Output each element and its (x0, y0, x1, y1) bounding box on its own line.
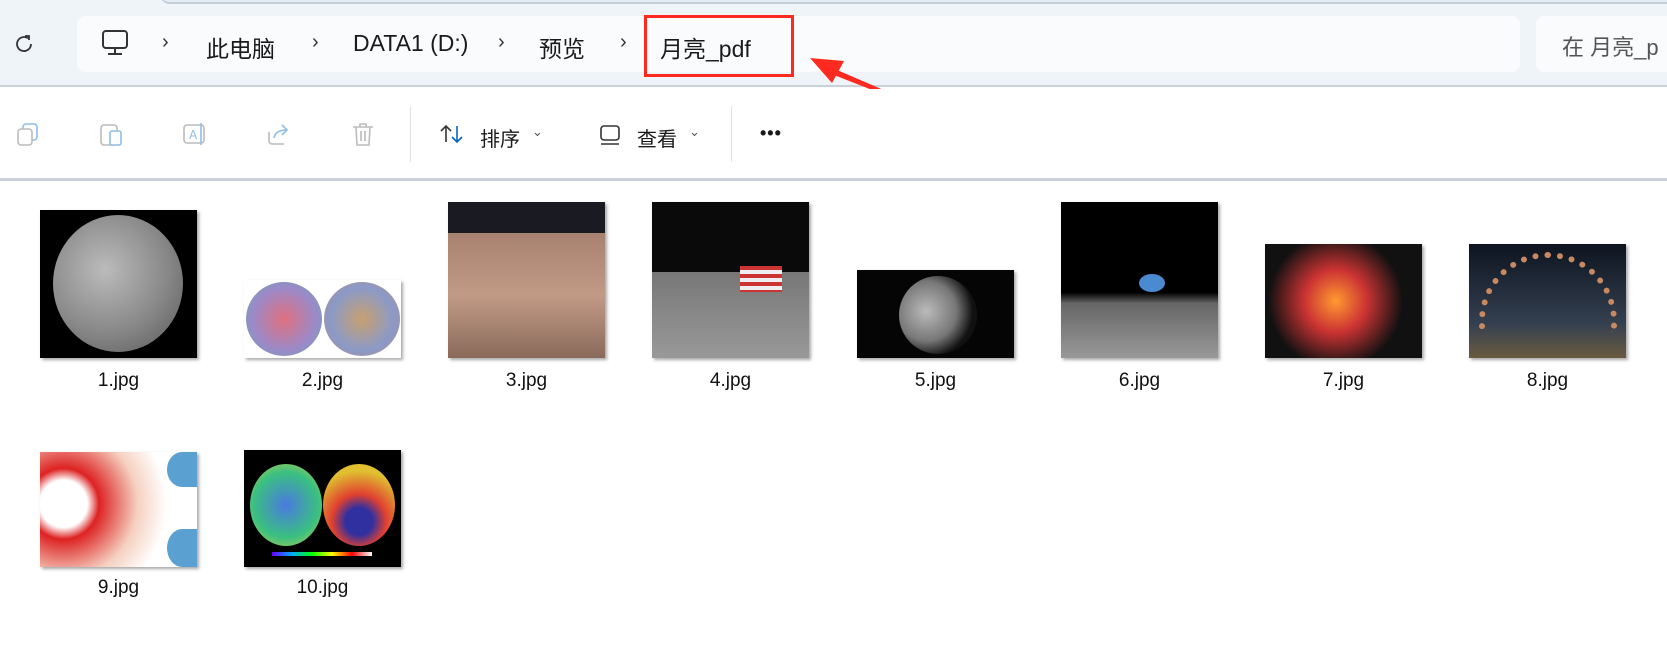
file-name[interactable]: 3.jpg (448, 370, 605, 392)
chevron-down-icon[interactable]: ⌄ (689, 124, 700, 140)
toolbar-divider (731, 106, 732, 162)
file-thumbnail-9[interactable] (40, 452, 197, 567)
refresh-icon[interactable] (12, 31, 36, 62)
file-name[interactable]: 10.jpg (244, 577, 401, 599)
chevron-down-icon[interactable]: ⌄ (532, 124, 543, 140)
breadcrumb-data1[interactable]: DATA1 (D:) (353, 30, 468, 57)
chevron-right-icon[interactable]: › (162, 31, 169, 54)
file-name[interactable]: 5.jpg (857, 370, 1014, 392)
sort-icon[interactable] (438, 120, 466, 148)
chevron-right-icon[interactable]: › (312, 31, 319, 54)
sort-button[interactable]: 排序 (480, 123, 520, 152)
search-box[interactable]: 在 月亮_p (1536, 16, 1667, 72)
svg-text:A: A (189, 128, 198, 142)
delete-icon[interactable] (349, 120, 377, 148)
file-thumbnail-5[interactable] (857, 270, 1014, 358)
chevron-right-icon[interactable]: › (620, 31, 627, 54)
file-name[interactable]: 7.jpg (1265, 370, 1422, 392)
rename-icon[interactable]: A (181, 120, 209, 148)
file-thumbnail-7[interactable] (1265, 244, 1422, 358)
toolbar-divider (410, 106, 411, 162)
file-thumbnail-4[interactable] (652, 202, 809, 358)
paste-icon[interactable] (97, 120, 125, 148)
more-options-button[interactable]: ••• (760, 123, 782, 144)
file-thumbnail-10[interactable] (244, 450, 401, 567)
computer-icon[interactable] (100, 28, 130, 63)
file-thumbnail-6[interactable] (1061, 202, 1218, 358)
command-bar (0, 89, 1667, 181)
file-name[interactable]: 1.jpg (40, 370, 197, 392)
file-thumbnail-8[interactable] (1469, 244, 1626, 358)
view-icon[interactable] (597, 120, 625, 148)
tab-strip-edge (160, 0, 1667, 4)
file-thumbnail-1[interactable] (40, 210, 197, 358)
file-name[interactable]: 4.jpg (652, 370, 809, 392)
highlight-box (644, 15, 794, 77)
file-name[interactable]: 8.jpg (1469, 370, 1626, 392)
share-icon[interactable] (265, 120, 293, 148)
file-name[interactable]: 9.jpg (40, 577, 197, 599)
copy-icon[interactable] (14, 120, 42, 148)
file-thumbnail-2[interactable] (244, 280, 401, 358)
search-placeholder: 在 月亮_p (1562, 35, 1659, 60)
view-button[interactable]: 查看 (637, 123, 677, 152)
file-name[interactable]: 6.jpg (1061, 370, 1218, 392)
breadcrumb-preview[interactable]: 预览 (539, 30, 585, 64)
chevron-right-icon[interactable]: › (498, 31, 505, 54)
file-name[interactable]: 2.jpg (244, 370, 401, 392)
file-thumbnail-3[interactable] (448, 202, 605, 358)
breadcrumb-this-pc[interactable]: 此电脑 (206, 30, 275, 64)
